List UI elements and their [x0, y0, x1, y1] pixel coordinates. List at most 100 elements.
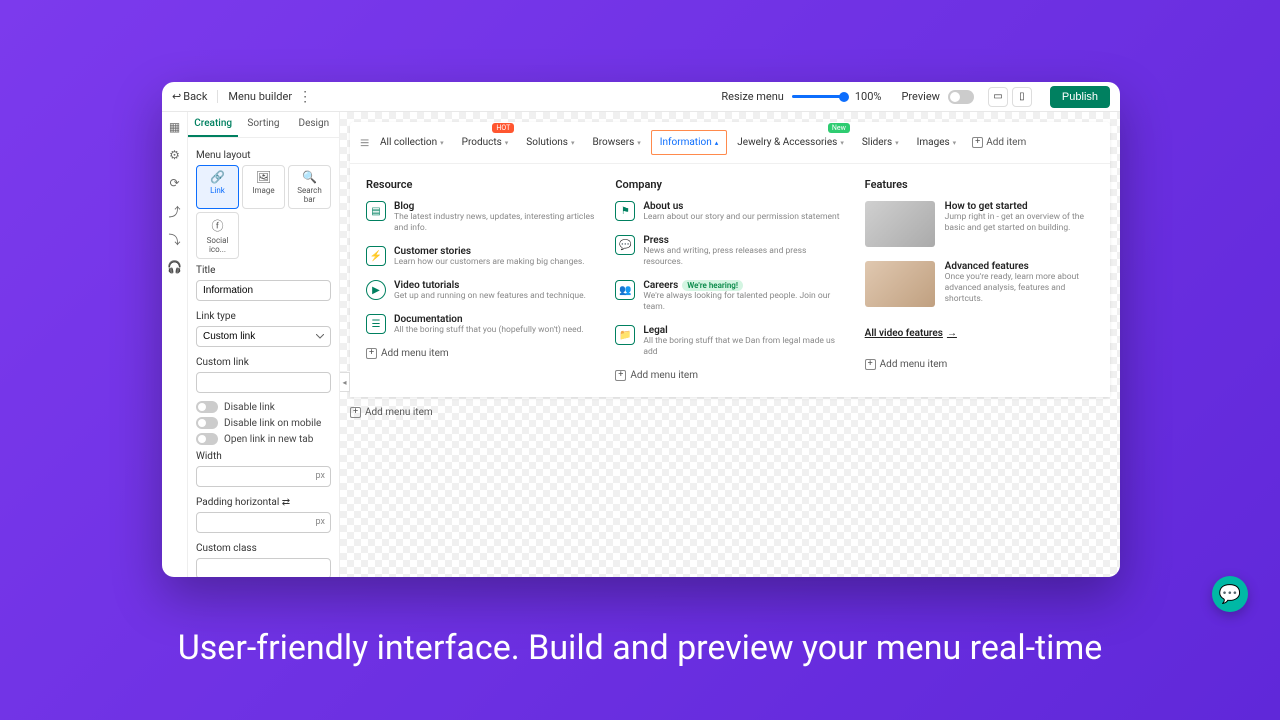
- menu-sliders[interactable]: Sliders▾: [854, 131, 907, 154]
- customlink-input[interactable]: [196, 372, 331, 393]
- back-icon: ↩: [172, 90, 181, 103]
- resource-heading: Resource: [366, 178, 595, 191]
- image-icon: 🖼: [245, 170, 282, 184]
- folder-icon: 📁: [615, 325, 635, 345]
- menu-layout-label: Menu layout: [196, 150, 331, 161]
- title-input[interactable]: [196, 280, 331, 301]
- col-features: Features How to get startedJump right in…: [865, 178, 1094, 381]
- play-icon: ▶: [366, 280, 386, 300]
- swap-icon[interactable]: ⇄: [282, 497, 290, 508]
- title-label: Title: [196, 265, 331, 276]
- layout-social[interactable]: ⓕSocial ico...: [196, 212, 239, 259]
- tab-creating[interactable]: Creating: [188, 112, 238, 137]
- preview-area: ◂ All collection▾ Products▾HOT Solutions…: [340, 112, 1120, 577]
- doc-icon: ▤: [366, 201, 386, 221]
- link-icon: 🔗: [199, 170, 236, 184]
- facebook-icon: ⓕ: [199, 217, 236, 234]
- desktop-icon[interactable]: ▭: [988, 87, 1008, 107]
- menu-jewelry[interactable]: Jewelry & Accessories▾New: [729, 131, 852, 154]
- icon-rail: ▦ ⚙ ⟳ ⤴ ⤵ 🎧: [162, 112, 188, 577]
- add-item-company[interactable]: +Add menu item: [615, 370, 844, 381]
- back-button[interactable]: ↩ Back: [172, 90, 218, 103]
- padding-input[interactable]: [196, 512, 331, 533]
- back-label: Back: [183, 90, 207, 103]
- disable-mobile-toggle[interactable]: [196, 417, 218, 429]
- row-docs[interactable]: ☰DocumentationAll the boring stuff that …: [366, 314, 595, 336]
- panel-tabs: Creating Sorting Design: [188, 112, 339, 138]
- rail-gear-icon[interactable]: ⚙: [168, 148, 182, 162]
- mega-panel: Resource ▤BlogThe latest industry news, …: [350, 163, 1110, 397]
- zoom-value: 100%: [855, 90, 882, 103]
- all-video-link[interactable]: All video features→: [865, 328, 957, 339]
- rail-grid-icon[interactable]: ▦: [168, 120, 182, 134]
- customclass-label: Custom class: [196, 543, 331, 554]
- resize-label: Resize menu: [721, 90, 784, 103]
- menu-images[interactable]: Images▾: [909, 131, 965, 154]
- linktype-label: Link type: [196, 311, 331, 322]
- disable-link-toggle[interactable]: [196, 401, 218, 413]
- col-company: Company ⚑About usLearn about our story a…: [615, 178, 844, 381]
- chat-fab[interactable]: 💬: [1212, 576, 1248, 612]
- menu-solutions[interactable]: Solutions▾: [518, 131, 582, 154]
- collapse-handle[interactable]: ◂: [340, 372, 350, 392]
- row-legal[interactable]: 📁LegalAll the boring stuff that we Dan f…: [615, 325, 844, 358]
- tab-design[interactable]: Design: [289, 112, 339, 137]
- row-about[interactable]: ⚑About usLearn about our story and our p…: [615, 201, 844, 223]
- add-item-features[interactable]: +Add menu item: [865, 359, 1094, 370]
- row-stories[interactable]: ⚡Customer storiesLearn how our customers…: [366, 246, 595, 268]
- row-careers[interactable]: 👥CareersWe're hearing!We're always looki…: [615, 280, 844, 313]
- features-heading: Features: [865, 178, 1094, 191]
- row-press[interactable]: 💬PressNews and writing, press releases a…: [615, 235, 844, 268]
- rail-sync-icon[interactable]: ⟳: [168, 176, 182, 190]
- add-item-resource[interactable]: +Add menu item: [366, 348, 595, 359]
- flag-icon: ⚑: [615, 201, 635, 221]
- file-icon: ☰: [366, 314, 386, 334]
- col-resource: Resource ▤BlogThe latest industry news, …: [366, 178, 595, 381]
- menu-all-collection[interactable]: All collection▾: [372, 131, 452, 154]
- breadcrumb-menu[interactable]: ⋮: [298, 89, 312, 105]
- rail-upload-icon[interactable]: ⤴: [168, 204, 182, 218]
- add-item-bottom[interactable]: +Add menu item: [350, 407, 1110, 418]
- row-blog[interactable]: ▤BlogThe latest industry news, updates, …: [366, 201, 595, 234]
- preview-label: Preview: [901, 90, 939, 103]
- width-label: Width: [196, 451, 331, 462]
- bolt-icon: ⚡: [366, 246, 386, 266]
- add-top-item[interactable]: +Add item: [966, 133, 1032, 152]
- hero-text: User-friendly interface. Build and previ…: [0, 628, 1280, 668]
- breadcrumb: Menu builder ⋮: [218, 89, 312, 105]
- app-window: ↩ Back Menu builder ⋮ Resize menu 100% P…: [162, 82, 1120, 577]
- layout-link[interactable]: 🔗Link: [196, 165, 239, 209]
- customclass-input[interactable]: [196, 558, 331, 577]
- feature-getstarted[interactable]: How to get startedJump right in - get an…: [865, 201, 1094, 247]
- menu-browsers[interactable]: Browsers▾: [585, 131, 649, 154]
- people-icon: 👥: [615, 280, 635, 300]
- layout-search[interactable]: 🔍Search bar: [288, 165, 331, 209]
- feature-advanced[interactable]: Advanced featuresOnce you're ready, lear…: [865, 261, 1094, 307]
- menu-products[interactable]: Products▾HOT: [454, 131, 517, 154]
- chat-icon: 💬: [615, 235, 635, 255]
- newtab-toggle[interactable]: [196, 433, 218, 445]
- feature-img-2: [865, 261, 935, 307]
- company-heading: Company: [615, 178, 844, 191]
- hamburger-icon[interactable]: [360, 133, 370, 153]
- publish-button[interactable]: Publish: [1050, 86, 1110, 108]
- preview-toggle[interactable]: [948, 90, 974, 104]
- search-icon: 🔍: [291, 170, 328, 184]
- feature-img-1: [865, 201, 935, 247]
- padding-label: Padding horizontal ⇄: [196, 497, 331, 508]
- customlink-label: Custom link: [196, 357, 331, 368]
- row-video[interactable]: ▶Video tutorialsGet up and running on ne…: [366, 280, 595, 302]
- layout-image[interactable]: 🖼Image: [242, 165, 285, 209]
- resize-slider[interactable]: [792, 95, 847, 98]
- mobile-icon[interactable]: ▯: [1012, 87, 1032, 107]
- tab-sorting[interactable]: Sorting: [238, 112, 288, 137]
- breadcrumb-label: Menu builder: [228, 90, 292, 103]
- rail-download-icon[interactable]: ⤵: [168, 232, 182, 246]
- topbar: ↩ Back Menu builder ⋮ Resize menu 100% P…: [162, 82, 1120, 112]
- width-input[interactable]: [196, 466, 331, 487]
- rail-headphones-icon[interactable]: 🎧: [168, 260, 182, 274]
- side-panel: Creating Sorting Design Menu layout 🔗Lin…: [188, 112, 340, 577]
- menu-information[interactable]: Information▴: [651, 130, 727, 155]
- linktype-select[interactable]: Custom link: [196, 326, 331, 347]
- menu-bar: All collection▾ Products▾HOT Solutions▾ …: [350, 122, 1110, 397]
